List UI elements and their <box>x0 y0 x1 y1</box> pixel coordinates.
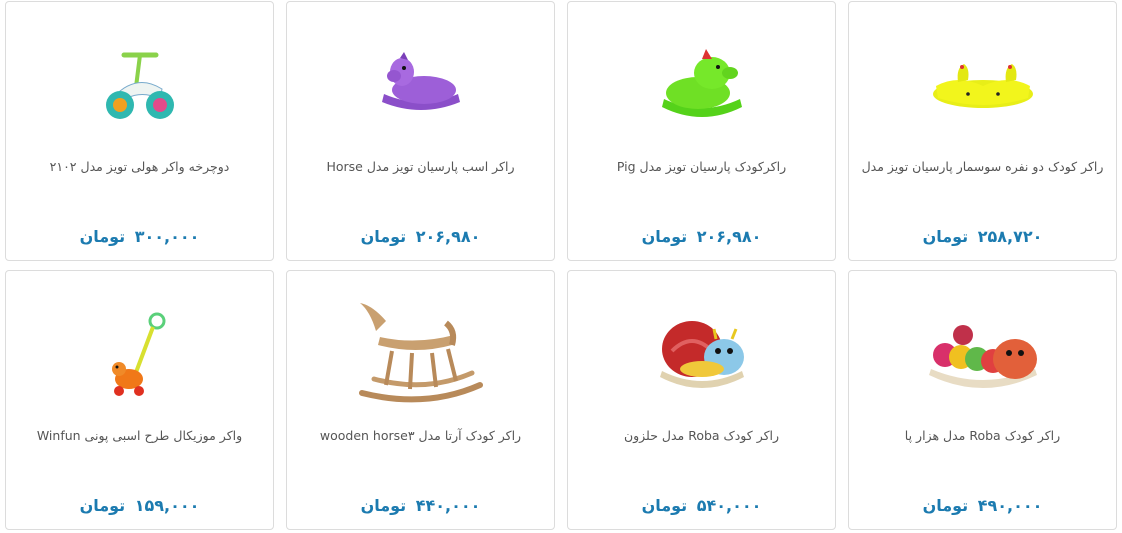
product-card[interactable]: راکر کودک Roba مدل هزار پا ۴۹۰,۰۰۰ تومان <box>848 270 1117 530</box>
product-grid: راکر کودک دو نفره سوسمار پارسیان تویز مد… <box>0 0 1122 533</box>
price-currency: تومان <box>641 496 688 515</box>
product-price: ۵۴۰,۰۰۰ تومان <box>568 496 835 515</box>
price-currency: تومان <box>79 227 126 246</box>
product-price: ۱۵۹,۰۰۰ تومان <box>6 496 273 515</box>
product-title[interactable]: راکرکودک پارسیان تویز مدل Pig <box>578 159 825 174</box>
price-value: ۱۵۹,۰۰۰ <box>134 496 200 515</box>
price-value: ۲۰۶,۹۸۰ <box>415 227 481 246</box>
price-currency: تومان <box>922 227 969 246</box>
price-value: ۴۹۰,۰۰۰ <box>977 496 1043 515</box>
price-currency: تومان <box>360 227 407 246</box>
product-image-balance-bike-walker[interactable] <box>6 32 273 142</box>
product-image-green-pig-rocker[interactable] <box>568 32 835 142</box>
price-value: ۴۴۰,۰۰۰ <box>415 496 481 515</box>
product-price: ۲۵۸,۷۲۰ تومان <box>849 227 1116 246</box>
product-image-purple-horse-rocker[interactable] <box>287 32 554 142</box>
product-card[interactable]: راکرکودک پارسیان تویز مدل Pig ۲۰۶,۹۸۰ تو… <box>567 1 836 261</box>
product-image-wooden-rocking-horse[interactable] <box>287 301 554 411</box>
product-image-double-yellow-rocker[interactable] <box>849 32 1116 142</box>
product-price: ۲۰۶,۹۸۰ تومان <box>568 227 835 246</box>
product-title[interactable]: دوچرخه واکر هولی تویز مدل ۲۱۰۲ <box>16 159 263 174</box>
product-image-pony-push-walker[interactable] <box>6 301 273 411</box>
product-price: ۲۰۶,۹۸۰ تومان <box>287 227 554 246</box>
product-title[interactable]: راکر کودک دو نفره سوسمار پارسیان تویز مد… <box>859 159 1106 174</box>
price-value: ۳۰۰,۰۰۰ <box>134 227 200 246</box>
product-price: ۳۰۰,۰۰۰ تومان <box>6 227 273 246</box>
product-image-snail-rocker[interactable] <box>568 301 835 411</box>
product-card[interactable]: راکر کودک دو نفره سوسمار پارسیان تویز مد… <box>848 1 1117 261</box>
product-card[interactable]: راکر کودک آرتا مدل wooden horse۳ ۴۴۰,۰۰۰… <box>286 270 555 530</box>
price-value: ۲۰۶,۹۸۰ <box>696 227 762 246</box>
price-value: ۲۵۸,۷۲۰ <box>977 227 1043 246</box>
product-card[interactable]: دوچرخه واکر هولی تویز مدل ۲۱۰۲ ۳۰۰,۰۰۰ ت… <box>5 1 274 261</box>
product-card[interactable]: واکر موزیکال طرح اسبی پونی Winfun ۱۵۹,۰۰… <box>5 270 274 530</box>
price-currency: تومان <box>360 496 407 515</box>
product-price: ۴۹۰,۰۰۰ تومان <box>849 496 1116 515</box>
product-title[interactable]: راکر اسب پارسیان تویز مدل Horse <box>297 159 544 174</box>
product-image-caterpillar-rocker[interactable] <box>849 301 1116 411</box>
product-title[interactable]: واکر موزیکال طرح اسبی پونی Winfun <box>16 428 263 443</box>
product-card[interactable]: راکر اسب پارسیان تویز مدل Horse ۲۰۶,۹۸۰ … <box>286 1 555 261</box>
price-currency: تومان <box>641 227 688 246</box>
product-card[interactable]: راکر کودک Roba مدل حلزون ۵۴۰,۰۰۰ تومان <box>567 270 836 530</box>
product-title[interactable]: راکر کودک Roba مدل حلزون <box>578 428 825 443</box>
price-currency: تومان <box>79 496 126 515</box>
product-title[interactable]: راکر کودک آرتا مدل wooden horse۳ <box>297 428 544 443</box>
price-value: ۵۴۰,۰۰۰ <box>696 496 762 515</box>
product-title[interactable]: راکر کودک Roba مدل هزار پا <box>859 428 1106 443</box>
product-price: ۴۴۰,۰۰۰ تومان <box>287 496 554 515</box>
price-currency: تومان <box>922 496 969 515</box>
